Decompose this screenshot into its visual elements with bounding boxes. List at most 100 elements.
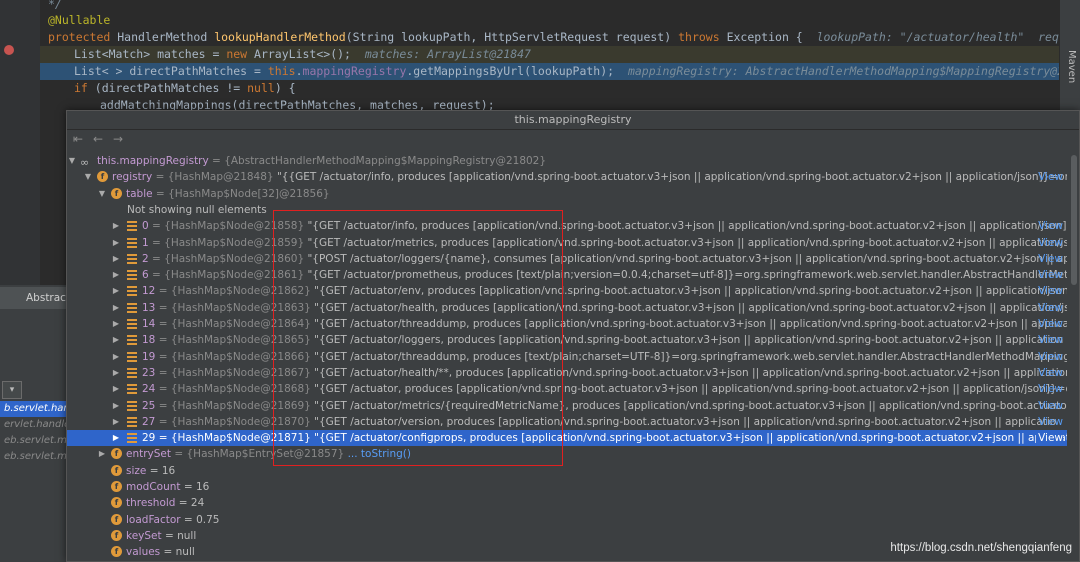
tree-root-row[interactable]: ▼ ∞ this.mappingRegistry = {AbstractHandle… (67, 153, 1067, 169)
row-text: 25 = {HashMap$Node@21869} "{GET /actuato… (142, 398, 1067, 414)
view-link[interactable]: View (1036, 414, 1063, 430)
field-value: = 16 (180, 481, 210, 493)
frame-item[interactable]: eb.servlet.mvc (0, 433, 66, 449)
expand-right-icon[interactable]: ▶ (111, 332, 121, 348)
view-link[interactable]: View (1036, 365, 1063, 381)
view-link[interactable]: View (1036, 430, 1063, 447)
view-link[interactable]: View (1036, 349, 1063, 365)
forward-arrow-icon[interactable]: → (113, 132, 123, 146)
row-text: 13 = {HashMap$Node@21863} "{GET /actuato… (142, 300, 1067, 316)
tree-field-row[interactable]: f modCount = 16 (67, 479, 1067, 495)
expand-right-icon[interactable]: ▶ (111, 430, 121, 446)
table-node-row[interactable]: ▶ 27 = {HashMap$Node@21870} "{GET /actuat… (67, 414, 1067, 430)
frame-tab[interactable]: Abstract (0, 287, 70, 309)
array-element-icon (127, 335, 137, 346)
view-link[interactable]: View (1036, 235, 1063, 251)
tree-field-row[interactable]: f size = 16 (67, 463, 1067, 479)
table-node-row[interactable]: ▶ 23 = {HashMap$Node@21867} "{GET /actuat… (67, 365, 1067, 381)
table-node-row[interactable]: ▶ 13 = {HashMap$Node@21863} "{GET /actuat… (67, 300, 1067, 316)
tree-field-row[interactable]: f loadFactor = 0.75 (67, 512, 1067, 528)
code-token: */ (48, 0, 62, 11)
back-arrow-icon-2[interactable]: ← (93, 132, 103, 146)
breakpoint-icon[interactable] (4, 45, 14, 55)
table-node-row[interactable]: ▶ 2 = {HashMap$Node@21860} "{POST /actuat… (67, 251, 1067, 267)
table-node-row[interactable]: ▶ 14 = {HashMap$Node@21864} "{GET /actuat… (67, 316, 1067, 332)
field-name: threshold (126, 497, 176, 510)
view-link[interactable]: View (1036, 316, 1063, 332)
table-node-row[interactable]: ▶ 29 = {HashMap$Node@21871} "{GET /actuat… (67, 430, 1067, 447)
view-link[interactable]: View (1036, 251, 1063, 267)
node-index: 2 (142, 252, 149, 265)
expand-right-icon[interactable]: ▶ (111, 398, 121, 414)
view-link[interactable]: View (1036, 381, 1063, 397)
maven-tab[interactable]: Maven (1066, 50, 1077, 83)
view-link[interactable]: View (1036, 300, 1063, 316)
expand-right-icon[interactable]: ▶ (111, 316, 121, 332)
table-node-row[interactable]: ▶ 24 = {HashMap$Node@21868} "{GET /actuat… (67, 381, 1067, 397)
view-link[interactable]: View (1036, 398, 1063, 414)
expand-right-icon[interactable]: ▶ (111, 381, 121, 397)
view-link[interactable]: View (1036, 283, 1063, 299)
node-index: 0 (142, 220, 149, 233)
frame-item[interactable]: ervlet.handler (0, 417, 66, 433)
expand-right-icon[interactable]: ▶ (111, 235, 121, 251)
table-node-row[interactable]: ▶ 12 = {HashMap$Node@21862} "{GET /actuat… (67, 283, 1067, 299)
watch-infinity-icon: ∞ (80, 156, 90, 169)
expand-right-icon[interactable]: ▶ (97, 446, 107, 462)
expand-right-icon[interactable]: ▶ (111, 300, 121, 316)
expand-right-icon[interactable]: ▶ (111, 349, 121, 365)
table-node-row[interactable]: ▶ 6 = {HashMap$Node@21861} "{GET /actuato… (67, 267, 1067, 283)
tostring-link[interactable]: ... toString() (348, 448, 411, 460)
expand-down-icon[interactable]: ▼ (67, 153, 77, 169)
frame-item[interactable]: b.servlet.han (0, 401, 66, 417)
node-value: "{GET /actuator/version, produces [appli… (314, 415, 1057, 428)
array-element-icon (127, 319, 137, 329)
table-node-row[interactable]: ▶ 1 = {HashMap$Node@21859} "{GET /actuato… (67, 235, 1067, 251)
tree-registry-row[interactable]: ▼ f registry = {HashMap@21848} "{{GET /act… (67, 169, 1067, 185)
array-element-icon (127, 221, 137, 232)
expand-right-icon[interactable]: ▶ (111, 283, 121, 299)
node-value: "{GET /actuator/loggers, produces [appli… (314, 334, 1064, 347)
tree-table-row[interactable]: ▼ f table = {HashMap$Node[32]@21856} (67, 186, 1067, 202)
thread-dropdown[interactable]: ▾ (2, 381, 22, 399)
code-line[interactable]: if (directPathMatches != null) { (48, 80, 296, 97)
node-value: "{GET /actuator/health/**, produces [app… (314, 366, 1067, 379)
scrollbar[interactable] (1071, 155, 1077, 285)
node-index: 1 (142, 236, 149, 249)
expand-right-icon[interactable]: ▶ (111, 365, 121, 381)
view-link[interactable]: View (1036, 267, 1063, 283)
node-index: 27 (142, 415, 156, 428)
table-node-row[interactable]: ▶ 0 = {HashMap$Node@21858} "{GET /actuato… (67, 218, 1067, 234)
row-text: registry = {HashMap@21848} "{{GET /actua… (112, 169, 1067, 185)
frame-item[interactable]: eb.servlet.mvc (0, 449, 66, 465)
table-node-row[interactable]: ▶ 25 = {HashMap$Node@21869} "{GET /actuat… (67, 398, 1067, 414)
code-line[interactable]: @Nullable (48, 12, 110, 29)
expand-right-icon[interactable]: ▶ (111, 267, 121, 283)
table-node-row[interactable]: ▶ 19 = {HashMap$Node@21866} "{GET /actuat… (67, 349, 1067, 365)
variables-tree[interactable]: ▼ ∞ this.mappingRegistry = {AbstractHandle… (67, 151, 1079, 561)
row-text: size = 16 (126, 463, 175, 479)
view-link[interactable]: View (1036, 169, 1063, 185)
expand-down-icon[interactable]: ▼ (97, 186, 107, 202)
view-link[interactable]: View (1036, 332, 1063, 348)
expand-right-icon[interactable]: ▶ (111, 251, 121, 267)
node-index: 12 (142, 285, 156, 298)
view-link[interactable]: View (1036, 218, 1063, 234)
tree-entryset-row[interactable]: ▶ f entrySet = {HashMap$EntrySet@21857} ..… (67, 446, 1067, 462)
expand-right-icon[interactable]: ▶ (111, 218, 121, 234)
code-line[interactable]: protected HandlerMethod lookupHandlerMet… (48, 29, 1080, 46)
row-text: 19 = {HashMap$Node@21866} "{GET /actuato… (142, 349, 1067, 365)
code-token: this (267, 64, 296, 78)
array-element-icon (127, 270, 137, 281)
code-line[interactable]: List<Match> matches = new ArrayList<>();… (40, 46, 1068, 63)
node-ref: = {HashMap$Node@21870} (155, 415, 315, 428)
table-node-row[interactable]: ▶ 18 = {HashMap$Node@21865} "{GET /actuat… (67, 332, 1067, 348)
row-text: 18 = {HashMap$Node@21865} "{GET /actuato… (142, 332, 1063, 348)
code-line[interactable]: List< > directPathMatches = this.mapping… (40, 63, 1080, 80)
tree-field-row[interactable]: f threshold = 24 (67, 495, 1067, 511)
expand-right-icon[interactable]: ▶ (111, 414, 121, 430)
field-icon: f (111, 529, 122, 541)
expand-down-icon[interactable]: ▼ (83, 169, 93, 185)
node-ref: = {HashMap$Node@21867} (155, 366, 315, 379)
back-arrow-icon[interactable]: ⇤ (73, 132, 83, 146)
